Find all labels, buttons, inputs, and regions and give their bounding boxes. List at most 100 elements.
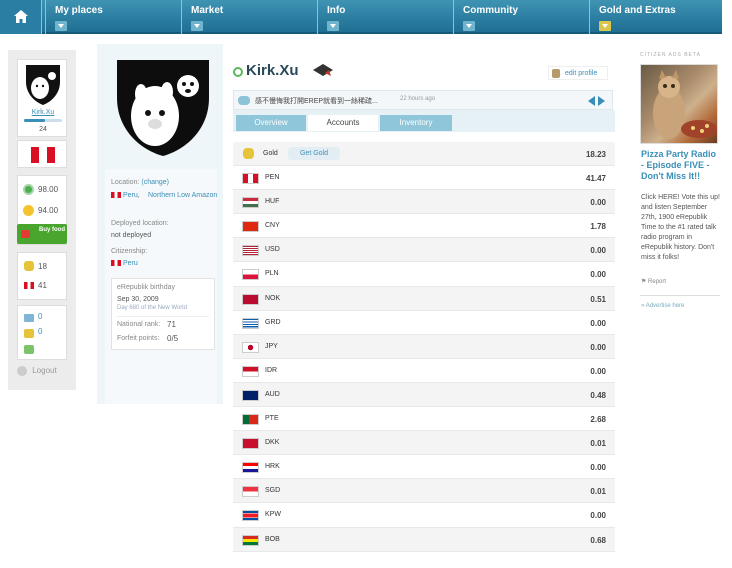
table-row: SGD 0.01: [233, 479, 615, 504]
chevron-down-icon[interactable]: [55, 21, 67, 31]
hungary-flag-icon: [242, 197, 259, 209]
nav-market[interactable]: Market: [181, 0, 317, 34]
national-rank-label: National rank:: [117, 321, 161, 328]
location-region-link[interactable]: Northern Low Amazon: [148, 192, 218, 199]
avatar[interactable]: [25, 64, 61, 106]
table-row: PLN 0.00: [233, 262, 615, 287]
money-box: 18 41: [17, 252, 67, 300]
ad-report-label: Report: [648, 279, 667, 285]
currency-amount: 0.00: [590, 318, 606, 328]
table-row: BOB 0.68: [233, 527, 615, 552]
next-arrow-icon[interactable]: [598, 96, 605, 106]
currency-code: KPW: [265, 511, 281, 519]
greece-flag-icon: [242, 317, 259, 329]
military-rank-icon: [313, 64, 333, 76]
top-nav: My places Market Info Community Gold and…: [0, 0, 722, 34]
currency-code: PTE: [265, 415, 279, 423]
croatia-flag-icon: [242, 462, 259, 474]
currency-amount: 0.00: [590, 270, 606, 280]
previous-arrow-icon[interactable]: [588, 96, 595, 106]
nav-my-places[interactable]: My places: [45, 0, 181, 34]
ad-report-link[interactable]: ⚑ Report: [641, 278, 666, 285]
chevron-down-icon[interactable]: [327, 21, 339, 31]
peru-flag-icon: [111, 260, 121, 267]
tab-overview[interactable]: Overview: [236, 115, 306, 131]
buy-food-button[interactable]: Buy food: [17, 224, 67, 244]
messages-count[interactable]: 0: [38, 312, 42, 321]
north-korea-flag-icon: [242, 510, 259, 522]
flag-icon: ⚑: [641, 279, 649, 285]
ad-image[interactable]: [640, 64, 718, 144]
singapore-flag-icon: [242, 486, 259, 498]
tab-inventory[interactable]: Inventory: [380, 115, 452, 131]
table-row: HRK 0.00: [233, 455, 615, 480]
home-icon: [14, 10, 28, 23]
logout-link[interactable]: Logout: [17, 366, 57, 376]
buy-food-label: Buy food: [39, 227, 65, 233]
chevron-down-icon[interactable]: [463, 21, 475, 31]
gold-coin-icon: [24, 261, 34, 271]
ad-title[interactable]: Pizza Party Radio - Episode FIVE - Don't…: [641, 149, 721, 182]
china-flag-icon: [242, 221, 259, 233]
country-flag-box[interactable]: [17, 140, 67, 168]
edit-profile-button[interactable]: edit profile: [548, 66, 608, 80]
tab-accounts[interactable]: Accounts: [308, 115, 378, 131]
currency-amount: 0.00: [590, 342, 606, 352]
currency-amount: 0.68: [590, 535, 606, 545]
logout-label: Logout: [32, 366, 57, 376]
profile-name: Kirk.Xu: [246, 62, 299, 79]
user-card: Kirk.Xu 24: [17, 59, 67, 137]
gold-coin-icon[interactable]: [599, 21, 611, 31]
alerts-count[interactable]: 0: [38, 327, 42, 336]
citizenship-link[interactable]: Peru: [123, 260, 138, 267]
gold-value: 18: [38, 262, 47, 271]
bolivia-flag-icon: [242, 534, 259, 546]
nav-info[interactable]: Info: [317, 0, 453, 34]
national-rank-value: 71: [167, 320, 176, 329]
ad-text: Click HERE! Vote this up! and listen Sep…: [641, 194, 720, 261]
chevron-down-icon[interactable]: [191, 21, 203, 31]
shout-time: 22 hours ago: [400, 96, 436, 102]
location-country-link[interactable]: Peru: [123, 192, 138, 199]
usa-flag-icon: [242, 245, 259, 257]
nav-label: My places: [55, 5, 103, 16]
currency-code: AUD: [265, 390, 280, 398]
shout-text: 感不慢悔我打開EREP就看到一絲稀疏...: [255, 98, 378, 105]
subscriptions-icon[interactable]: [24, 345, 34, 354]
username-link[interactable]: Kirk.Xu: [18, 109, 68, 116]
table-row: IDR 0.00: [233, 358, 615, 383]
currency-amount: 41.47: [585, 174, 606, 184]
currency-amount: 0.01: [590, 439, 606, 449]
alert-icon[interactable]: [24, 329, 34, 338]
advertise-here-link[interactable]: » Advertise here: [641, 303, 684, 309]
table-row: USD 0.00: [233, 238, 615, 263]
table-row: CNY 1.78: [233, 214, 615, 239]
currency-value: 41: [38, 281, 47, 290]
wellness-value: 98.00: [38, 185, 59, 194]
peru-flag-icon: [111, 192, 121, 199]
experience-bar: [24, 119, 62, 122]
currency-amount: 0.00: [590, 246, 606, 256]
table-row: AUD 0.48: [233, 382, 615, 408]
japan-flag-icon: [242, 341, 259, 353]
sidebar: Kirk.Xu 24 98.00 94.00 Buy food 18 41 0 …: [8, 50, 76, 390]
currency-code: DKK: [265, 439, 280, 447]
currency-amount: 0.51: [590, 294, 606, 304]
birthday-day: Day 680 of the New World: [117, 305, 187, 311]
currency-code: CNY: [265, 222, 280, 230]
currency-code: Gold: [263, 150, 278, 157]
norway-flag-icon: [242, 293, 259, 305]
indonesia-flag-icon: [242, 365, 259, 377]
home-button[interactable]: [0, 0, 42, 34]
currency-code: NOK: [265, 294, 281, 302]
nav-community[interactable]: Community: [453, 0, 589, 34]
currency-code: JPY: [265, 342, 278, 350]
get-gold-button[interactable]: Get Gold: [288, 147, 340, 160]
envelope-icon[interactable]: [24, 314, 34, 322]
nav-gold-and-extras[interactable]: Gold and Extras: [589, 0, 722, 34]
currency-amount: 0.00: [590, 511, 606, 521]
currency-code: IDR: [265, 366, 278, 374]
currency-amount: 18.23: [585, 150, 606, 159]
location-change-link[interactable]: (change): [141, 179, 169, 186]
happiness-value: 94.00: [38, 206, 59, 215]
